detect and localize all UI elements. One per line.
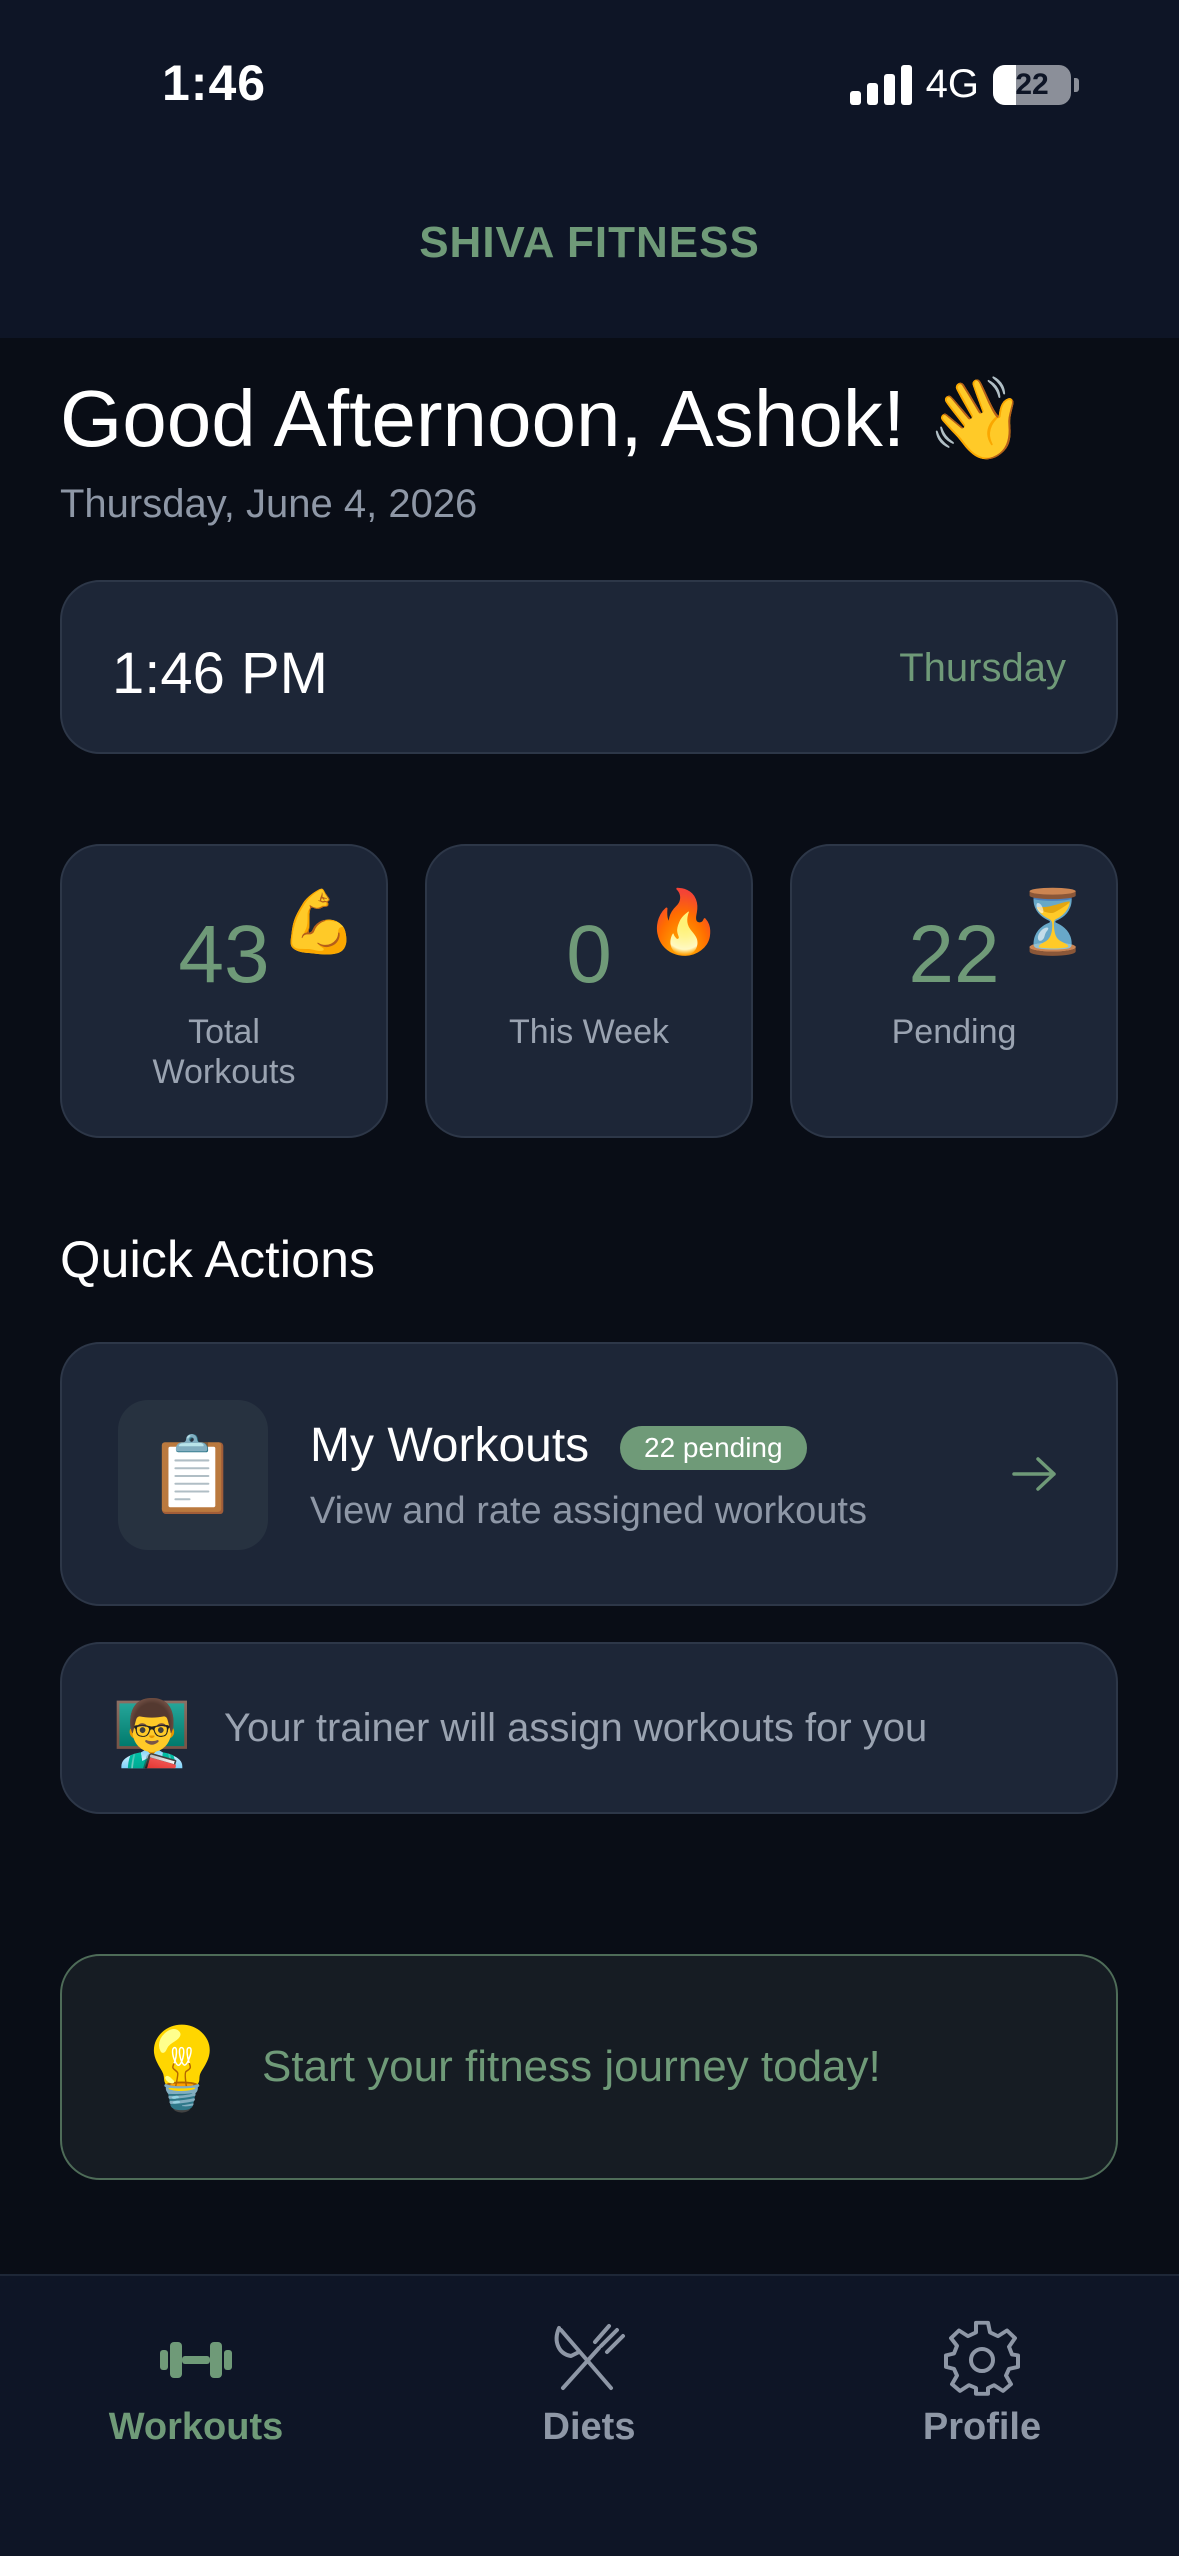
clock-card: 1:46 PM Thursday — [60, 580, 1118, 754]
tip-text: Start your fitness journey today! — [262, 2042, 881, 2091]
flexed-biceps-icon: 💪 — [280, 888, 358, 957]
stat-this-week: 0 🔥 This Week — [425, 844, 753, 1138]
my-workouts-card[interactable]: 📋 My Workouts 22 pending View and rate a… — [60, 1342, 1118, 1606]
current-date: Thursday, June 4, 2026 — [60, 482, 478, 526]
fire-icon: 🔥 — [645, 888, 723, 957]
status-indicators: 4G 22 — [849, 62, 1079, 107]
light-bulb-icon: 💡 — [132, 2024, 232, 2113]
utensils-icon — [554, 2324, 625, 2390]
gear-icon — [944, 2320, 1020, 2396]
clock-day: Thursday — [899, 646, 1066, 690]
clipboard-icon: 📋 — [118, 1400, 268, 1550]
my-workouts-title: My Workouts — [310, 1419, 590, 1472]
arrow-right-icon — [1012, 1457, 1056, 1491]
app-title: SHIVA FITNESS — [419, 218, 760, 267]
stat-label: Total Workouts — [152, 1013, 296, 1091]
wave-icon: 👋 — [927, 374, 1027, 463]
signal-icon — [849, 64, 912, 105]
trainer-note-card: 👨‍🏫 Your trainer will assign workouts fo… — [60, 1642, 1118, 1814]
clock-time: 1:46 PM — [112, 641, 328, 706]
network-type: 4G — [925, 62, 979, 106]
nav-tab-diets[interactable]: Diets — [439, 2320, 739, 2449]
battery-level: 22 — [1015, 67, 1049, 101]
pending-badge: 22 pending — [620, 1426, 807, 1470]
home-screen: 1:46 4G 22 SHIVA FITNESS Good Afternoon,… — [0, 0, 1179, 2556]
status-time: 1:46 — [162, 55, 267, 111]
stat-total-workouts: 43 💪 Total Workouts — [60, 844, 388, 1138]
nav-tab-workouts[interactable]: Workouts — [46, 2320, 346, 2449]
stat-label: This Week — [509, 1013, 669, 1051]
bottom-nav: Workouts Diets Profile — [0, 2274, 1179, 2556]
trainer-note-text: Your trainer will assign workouts for yo… — [224, 1706, 928, 1750]
teacher-icon: 👨‍🏫 — [112, 1697, 192, 1769]
nav-label: Workouts — [108, 2406, 284, 2448]
nav-label: Profile — [922, 2406, 1042, 2448]
tip-card: 💡 Start your fitness journey today! — [60, 1954, 1118, 2180]
stat-pending: 22 ⏳ Pending — [790, 844, 1118, 1138]
nav-tab-profile[interactable]: Profile — [832, 2320, 1132, 2449]
greeting-text: Good Afternoon, Ashok! — [60, 374, 906, 463]
dumbbell-icon — [160, 2342, 232, 2378]
header: 1:46 4G 22 SHIVA FITNESS — [0, 0, 1179, 338]
quick-actions-title: Quick Actions — [60, 1231, 376, 1289]
battery-icon: 22 — [993, 64, 1079, 105]
nav-label: Diets — [542, 2406, 636, 2448]
stat-label: Pending — [891, 1013, 1017, 1051]
hourglass-icon: ⏳ — [1014, 888, 1092, 957]
my-workouts-subtitle: View and rate assigned workouts — [310, 1490, 867, 1532]
greeting-heading: Good Afternoon, Ashok! 👋 — [60, 372, 1027, 466]
